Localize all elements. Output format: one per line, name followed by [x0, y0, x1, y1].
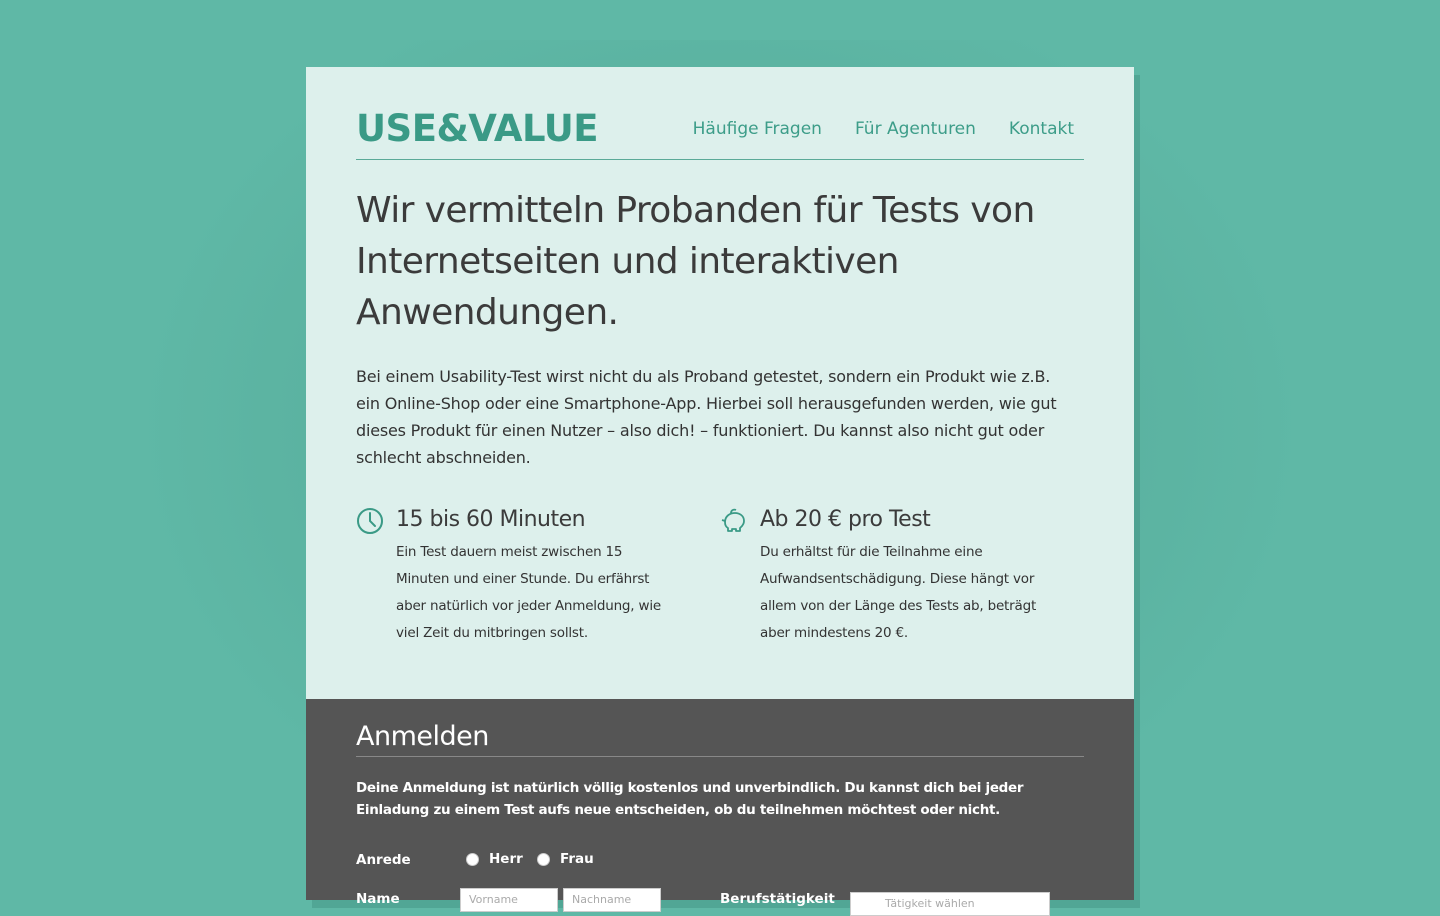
signup-divider: [356, 756, 1084, 757]
main-card: USE&VALUE Häufige Fragen Für Agenturen K…: [306, 67, 1134, 916]
clock-icon: [357, 508, 383, 534]
feature-title: 15 bis 60 Minuten: [396, 507, 586, 532]
nav-agencies[interactable]: Für Agenturen: [855, 119, 976, 139]
feature-text: Du erhältst für die Teilnahme eine Aufwa…: [760, 544, 1037, 641]
signup-title: Anmelden: [356, 721, 489, 752]
job-select[interactable]: Tätigkeit wählen: [850, 892, 1050, 916]
radio-circle[interactable]: [466, 852, 479, 866]
radio-label: Herr: [489, 851, 523, 867]
firstname-input[interactable]: Vorname: [460, 888, 558, 912]
header-divider: [356, 159, 1084, 160]
signup-section: Anmelden Deine Anmeldung ist natürlich v…: [306, 699, 1134, 916]
intro-section: USE&VALUE Häufige Fragen Für Agenturen K…: [306, 67, 1134, 699]
piggy-bank-icon: [721, 508, 745, 532]
radio-label: Frau: [560, 851, 594, 867]
salutation-label: Anrede: [356, 852, 411, 868]
signup-note: Deine Anmeldung ist natürlich völlig kos…: [356, 780, 1024, 818]
logo[interactable]: USE&VALUE: [356, 107, 599, 150]
job-label: Berufstätigkeit: [720, 891, 835, 907]
radio-herr[interactable]: Herr: [466, 851, 523, 867]
lastname-input[interactable]: Nachname: [563, 888, 661, 912]
main-nav: Häufige Fragen Für Agenturen Kontakt: [693, 119, 1074, 139]
intro-text: Bei einem Usability-Test wirst nicht du …: [356, 367, 1057, 467]
page-headline: Wir vermitteln Probanden für Tests von I…: [356, 190, 1035, 333]
feature-text: Ein Test dauern meist zwischen 15 Minute…: [396, 544, 661, 641]
nav-contact[interactable]: Kontakt: [1009, 119, 1074, 139]
nav-faq[interactable]: Häufige Fragen: [693, 119, 822, 139]
name-label: Name: [356, 891, 400, 907]
radio-circle[interactable]: [537, 852, 550, 866]
feature-title: Ab 20 € pro Test: [760, 507, 931, 532]
radio-frau[interactable]: Frau: [537, 851, 594, 867]
